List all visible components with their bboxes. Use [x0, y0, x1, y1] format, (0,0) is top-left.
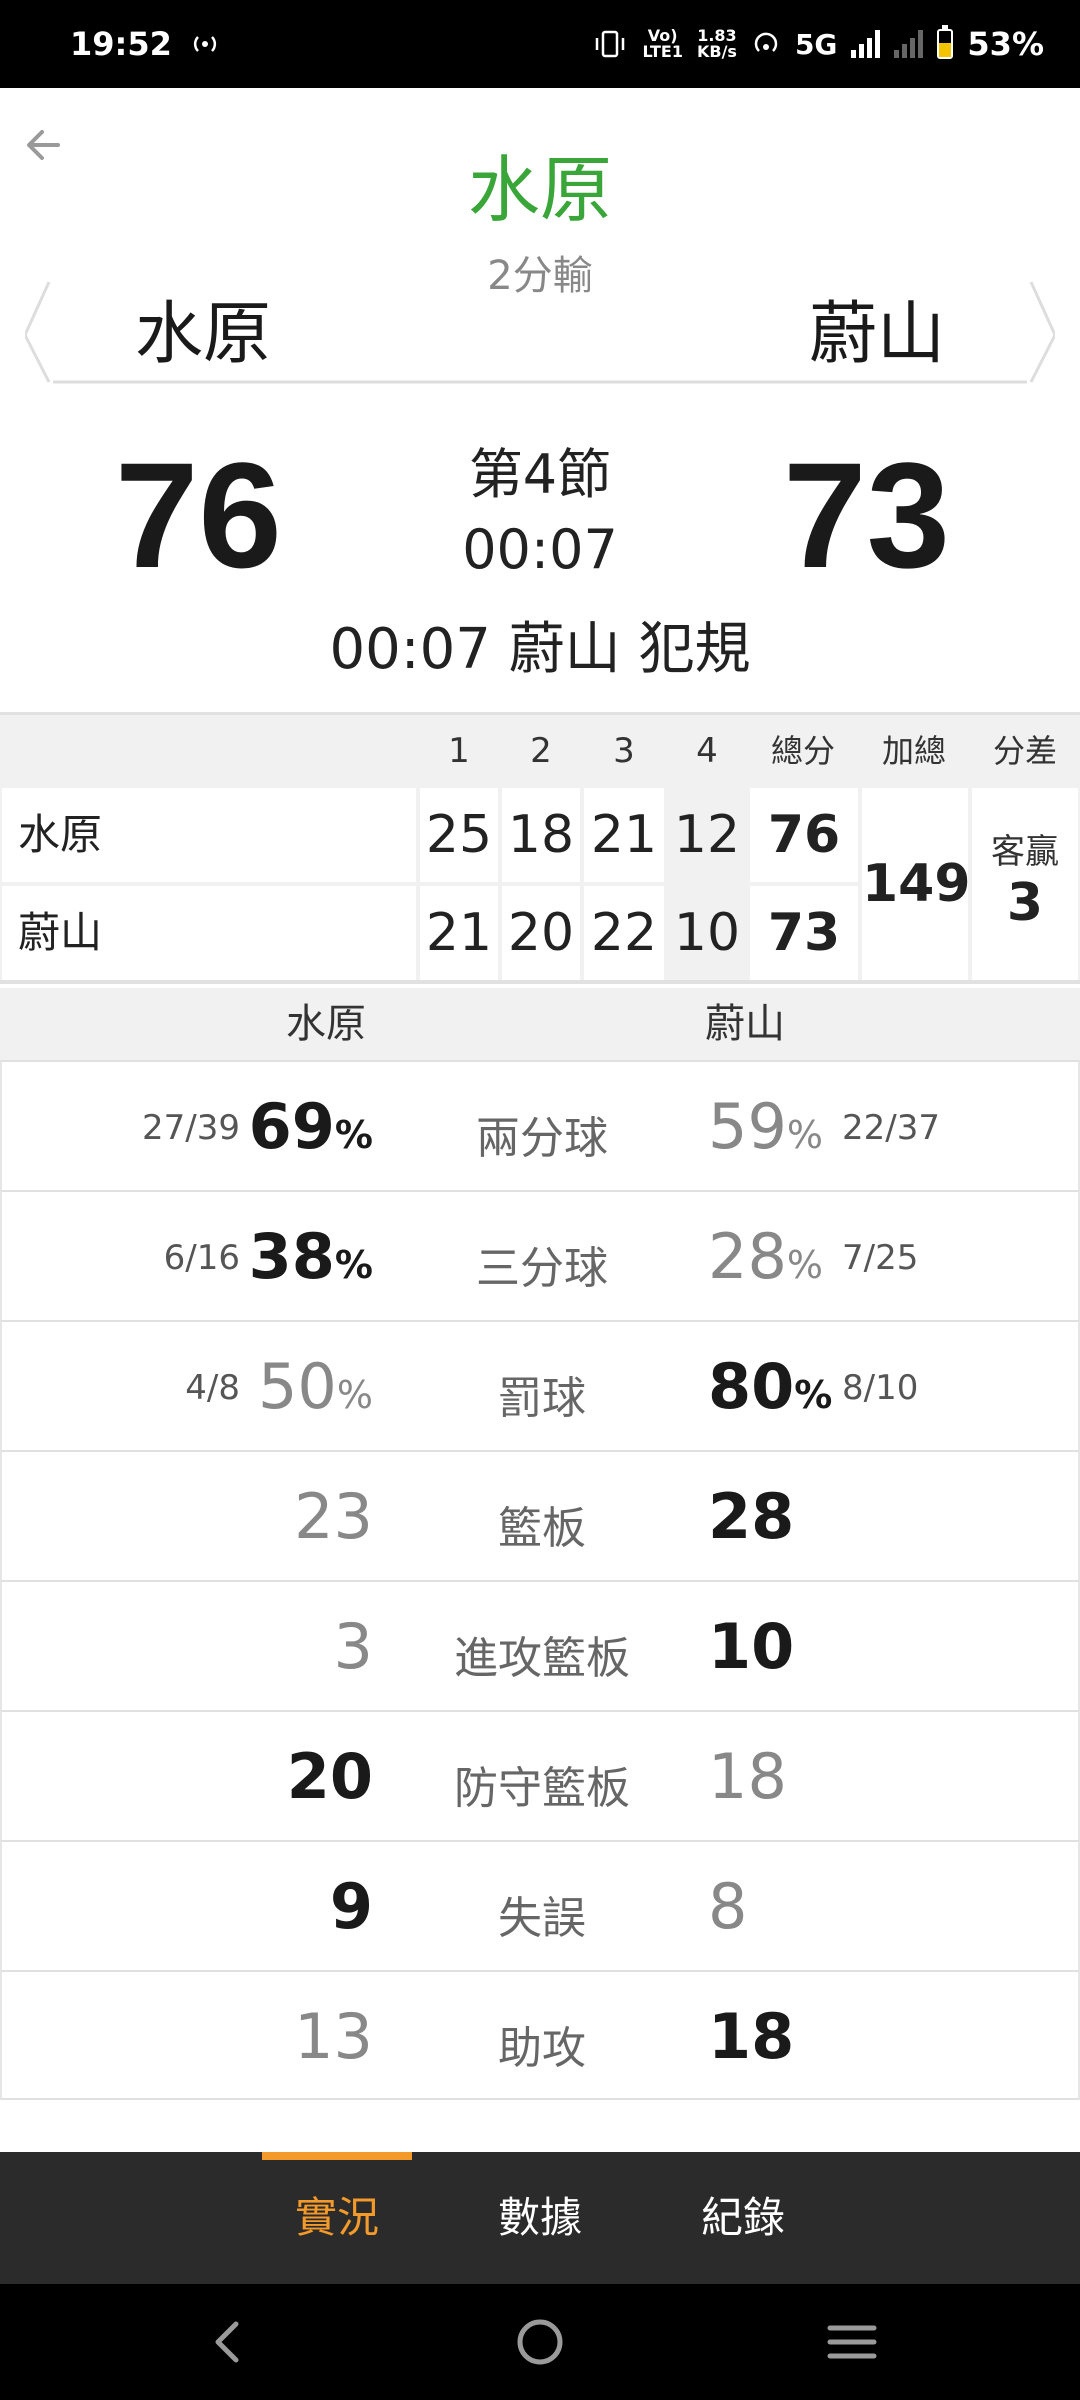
table-cell: 12	[668, 788, 746, 882]
stat-row-rebounds: 23 籃板 28	[0, 1450, 1080, 1580]
stat-left-value: 13	[294, 2000, 373, 2073]
table-cell: 20	[502, 886, 580, 980]
stat-right-value: 18	[708, 2000, 795, 2073]
status-time: 19:52	[70, 25, 172, 63]
system-nav-bar	[0, 2284, 1080, 2400]
table-cell: 21	[584, 788, 664, 882]
signal-2-icon	[894, 30, 924, 58]
table-cell: 22	[584, 886, 664, 980]
header-diff: 分差	[992, 732, 1057, 770]
chevron-left-icon	[215, 2321, 239, 2363]
team-left-name[interactable]: 水原	[135, 290, 271, 380]
stat-left-value: 23	[294, 1480, 373, 1553]
stats-right-team: 蔚山	[705, 1001, 785, 1047]
table-cell-total: 76	[750, 788, 858, 882]
stat-left-fraction: 6/16	[163, 1238, 240, 1278]
stat-row-offensive-rebounds: 3 進攻籃板 10	[0, 1580, 1080, 1710]
stat-label: 失誤	[498, 1893, 586, 1944]
table-cell: 25	[420, 788, 498, 882]
battery-icon	[937, 25, 954, 59]
stat-left-fraction: 4/8	[185, 1368, 240, 1408]
stats-team-header: 水原 蔚山	[0, 988, 1080, 1060]
stat-label: 三分球	[476, 1243, 608, 1294]
nav-back-button[interactable]	[198, 2312, 258, 2372]
stat-left-value: 3	[333, 1610, 373, 1683]
header-total: 總分	[770, 732, 835, 770]
stat-right-fraction: 8/10	[842, 1368, 919, 1408]
circle-home-icon	[517, 2319, 563, 2365]
stat-right-value: 59%	[708, 1090, 824, 1163]
stat-row-turnovers: 9 失誤 8	[0, 1840, 1080, 1970]
score-diff: 客贏 3	[972, 788, 1078, 980]
stat-row-free-throw: 4/8 50% 罰球 80% 8/10	[0, 1320, 1080, 1450]
stat-right-value: 80%	[708, 1350, 833, 1423]
stat-row-three-point: 6/16 38% 三分球 28% 7/25	[0, 1190, 1080, 1320]
page-title: 水原	[467, 148, 612, 232]
stat-left-value: 50%	[257, 1350, 373, 1423]
quarter-table-header: 1 2 3 4 總分 加總 分差	[0, 715, 1080, 788]
stat-right-value: 28%	[708, 1220, 824, 1293]
stat-left-value: 20	[286, 1740, 373, 1813]
stat-right-fraction: 7/25	[842, 1238, 919, 1278]
stat-label: 進攻籃板	[454, 1633, 630, 1684]
matchup-banner: 水原 蔚山	[25, 280, 1055, 390]
stat-row-two-point: 27/39 69% 兩分球 59% 22/37	[0, 1060, 1080, 1190]
table-cell: 10	[668, 886, 746, 980]
header-q4: 4	[696, 731, 718, 771]
tab-stats[interactable]: 數據	[465, 2152, 615, 2284]
nav-menu-button[interactable]	[822, 2312, 882, 2372]
combined-total: 149	[862, 788, 971, 980]
tab-live[interactable]: 實況	[262, 2152, 412, 2284]
volte-indicator: Vo) LTE1	[642, 26, 683, 61]
stat-label: 籃板	[498, 1503, 586, 1554]
battery-percent: 53%	[967, 25, 1044, 63]
stat-label: 兩分球	[476, 1113, 608, 1164]
row-team-name: 蔚山	[2, 886, 416, 980]
network-type: 5G	[794, 27, 838, 61]
stats-left-team: 水原	[286, 1001, 366, 1047]
score-diff-value: 3	[1006, 873, 1044, 933]
row-team-name: 水原	[2, 788, 416, 882]
quarter-score-table: 1 2 3 4 總分 加總 分差 水原 25 18 21 12 76 蔚山 21…	[0, 712, 1080, 984]
stat-left-value: 9	[329, 1870, 373, 1943]
bottom-tab-bar: 實況 數據 紀錄	[0, 2152, 1080, 2284]
stat-left-fraction: 27/39	[142, 1108, 240, 1148]
quarter-table-body: 水原 25 18 21 12 76 蔚山 21 20 22 10 73 149 …	[2, 788, 1078, 980]
stat-right-value: 28	[708, 1480, 795, 1553]
score-diff-label: 客贏	[991, 832, 1059, 872]
tab-records[interactable]: 紀錄	[668, 2152, 818, 2284]
vibrate-icon	[596, 30, 625, 58]
net-speed: 1.83 KB/s	[696, 26, 737, 61]
header-sum: 加總	[881, 732, 946, 770]
header-q1: 1	[448, 731, 470, 771]
stats-list: 27/39 69% 兩分球 59% 22/37 6/16 38% 三分球 28%…	[0, 1060, 1080, 2100]
stat-right-value: 10	[708, 1610, 795, 1683]
stat-right-value: 8	[708, 1870, 748, 1943]
right-score: 73	[783, 431, 950, 599]
table-cell-total: 73	[750, 886, 858, 980]
header-q3: 3	[613, 731, 635, 771]
stat-label: 罰球	[498, 1373, 586, 1424]
table-cell: 18	[502, 788, 580, 882]
stat-label: 助攻	[498, 2023, 586, 2074]
header-q2: 2	[530, 731, 552, 771]
stat-label: 防守籃板	[454, 1763, 630, 1814]
stat-row-assists: 13 助攻 18	[0, 1970, 1080, 2100]
stat-row-defensive-rebounds: 20 防守籃板 18	[0, 1710, 1080, 1840]
stat-left-value: 38%	[248, 1220, 373, 1293]
stat-right-value: 18	[708, 1740, 787, 1813]
signal-icon	[851, 30, 881, 58]
stat-left-value: 69%	[248, 1090, 373, 1163]
status-bar: 19:52 Vo) LTE1 1.83 KB/s 5G 53%	[0, 0, 1080, 88]
hamburger-menu-icon	[827, 2325, 877, 2359]
team-right-name[interactable]: 蔚山	[809, 290, 945, 380]
hotspot-icon	[754, 32, 778, 52]
nav-home-button[interactable]	[510, 2312, 570, 2372]
stat-right-fraction: 22/37	[842, 1108, 940, 1148]
table-cell: 21	[420, 886, 498, 980]
hotspot-vibrate-icon	[193, 36, 216, 52]
last-event: 00:07 蔚山 犯規	[329, 617, 751, 682]
